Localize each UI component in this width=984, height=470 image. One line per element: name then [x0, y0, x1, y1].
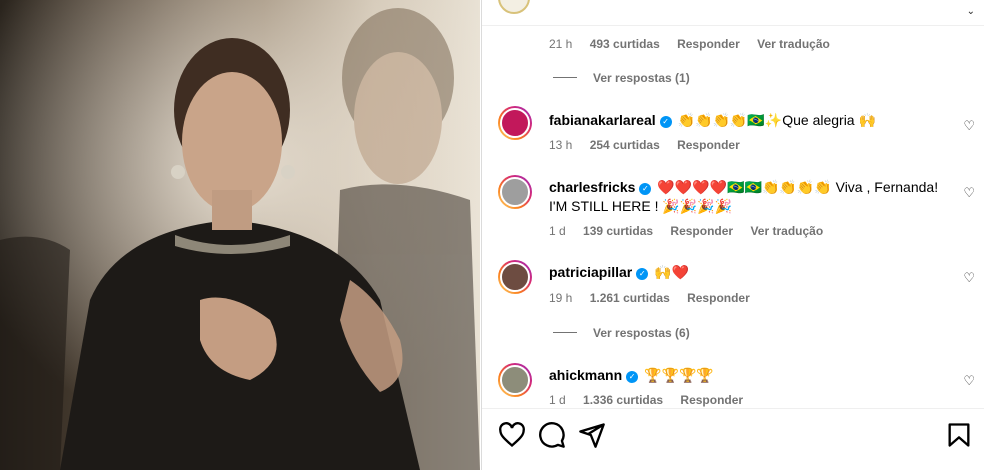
heart-icon[interactable] — [498, 421, 526, 449]
reply-button[interactable]: Responder — [670, 224, 733, 238]
reply-button[interactable]: Responder — [677, 37, 740, 51]
comment-icon[interactable] — [538, 421, 566, 449]
bookmark-icon[interactable] — [945, 421, 973, 449]
reply-button[interactable]: Responder — [680, 393, 743, 407]
verified-badge-icon: ✓ — [659, 116, 672, 128]
comment-likes[interactable]: 254 curtidas — [590, 138, 660, 152]
comment-likes[interactable]: 493 curtidas — [590, 37, 660, 51]
comment-likes[interactable]: 1.336 curtidas — [583, 393, 663, 407]
view-replies-button[interactable]: Ver respostas (6) — [553, 326, 690, 340]
comment-text: ahickmann ✓ 🏆🏆🏆🏆 — [549, 366, 945, 385]
post-image[interactable] — [0, 0, 480, 470]
username[interactable]: charlesfricks — [549, 179, 635, 195]
author-avatar[interactable] — [498, 0, 530, 14]
comment-time[interactable]: 13 h — [549, 138, 572, 152]
view-replies-label: Ver respostas (6) — [593, 326, 690, 340]
view-replies-button[interactable]: Ver respostas (1) — [553, 71, 690, 85]
username[interactable]: fabianakarlareal — [549, 112, 656, 128]
avatar[interactable] — [498, 363, 532, 397]
verified-badge-icon: ✓ — [639, 183, 652, 195]
comment-body: 🏆🏆🏆🏆 — [644, 367, 714, 383]
comment-text: charlesfricks ✓ ❤️❤️❤️❤️🇧🇷🇧🇷👏👏👏👏 Viva , Fe… — [549, 178, 945, 216]
post-action-bar — [482, 408, 984, 470]
avatar[interactable] — [498, 260, 532, 294]
chevron-down-icon[interactable]: ⌄ — [967, 6, 975, 17]
comment-time[interactable]: 19 h — [549, 291, 572, 305]
replies-divider — [553, 77, 577, 78]
comment-body: 🙌❤️ — [654, 264, 690, 280]
comment-meta: 1 d 1.336 curtidas Responder — [549, 393, 757, 407]
heart-icon[interactable]: ♡ — [963, 373, 975, 389]
comments-panel: ⌄ 21 h 493 curtidas Responder Ver traduç… — [481, 0, 984, 470]
avatar[interactable] — [498, 175, 532, 209]
comment-time[interactable]: 1 d — [549, 393, 566, 407]
comment-meta: 13 h 254 curtidas Responder — [549, 138, 754, 152]
comment-meta: 19 h 1.261 curtidas Responder — [549, 291, 764, 305]
comment-body: 👏👏👏👏🇧🇷✨Que alegria 🙌 — [677, 112, 876, 128]
comment-time[interactable]: 21 h — [549, 37, 572, 51]
username[interactable]: ahickmann — [549, 367, 622, 383]
view-replies-label: Ver respostas (1) — [593, 71, 690, 85]
post-header: ⌄ — [482, 0, 984, 26]
heart-icon[interactable]: ♡ — [963, 185, 975, 201]
share-icon[interactable] — [578, 421, 606, 449]
translate-button[interactable]: Ver tradução — [750, 224, 823, 238]
heart-icon[interactable]: ♡ — [963, 118, 975, 134]
reply-button[interactable]: Responder — [687, 291, 750, 305]
avatar[interactable] — [498, 106, 532, 140]
comment-likes[interactable]: 139 curtidas — [583, 224, 653, 238]
replies-divider — [553, 332, 577, 333]
username[interactable]: patriciapillar — [549, 264, 632, 280]
reply-button[interactable]: Responder — [677, 138, 740, 152]
verified-badge-icon: ✓ — [636, 268, 649, 280]
translate-button[interactable]: Ver tradução — [757, 37, 830, 51]
post-photo-illustration — [0, 0, 480, 470]
comment-meta: 1 d 139 curtidas Responder Ver tradução — [549, 224, 837, 238]
comment-text: fabianakarlareal ✓ 👏👏👏👏🇧🇷✨Que alegria 🙌 — [549, 111, 945, 130]
comment-text: patriciapillar ✓ 🙌❤️ — [549, 263, 945, 282]
heart-icon[interactable]: ♡ — [963, 270, 975, 286]
comment-time[interactable]: 1 d — [549, 224, 566, 238]
comment-meta: 21 h 493 curtidas Responder Ver tradução — [549, 37, 844, 51]
comment-likes[interactable]: 1.261 curtidas — [590, 291, 670, 305]
verified-badge-icon: ✓ — [626, 371, 639, 383]
